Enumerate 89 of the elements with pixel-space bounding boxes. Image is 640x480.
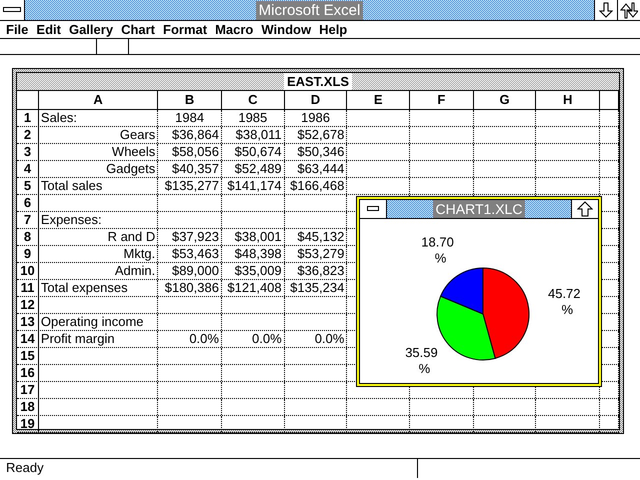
table-cell: Gadgets: [38, 161, 158, 177]
table-cell: $53,463: [158, 246, 222, 262]
row-header[interactable]: 19: [17, 416, 39, 432]
table-cell: $63,444: [284, 161, 348, 177]
window-title: Microsoft Excel: [256, 0, 364, 20]
data-label: 18.70 %: [421, 234, 454, 266]
table-cell: $141,174: [222, 178, 285, 194]
column-header[interactable]: G: [474, 91, 536, 109]
table-cell: Profit margin: [38, 331, 158, 347]
row-header[interactable]: 8: [17, 229, 39, 245]
table-cell: $36,864: [158, 127, 222, 143]
row-header[interactable]: 18: [17, 399, 39, 415]
dash-icon: [3, 7, 21, 13]
table-cell: $52,489: [222, 161, 285, 177]
data-label: 45.72 %: [548, 286, 581, 318]
table-cell: $121,408: [222, 280, 285, 296]
table-cell: $37,923: [158, 229, 222, 245]
restore-button[interactable]: [617, 0, 640, 20]
table-cell: 0.0%: [158, 331, 222, 347]
table-cell: Wheels: [38, 144, 158, 160]
table-cell: $50,674: [222, 144, 285, 160]
menu-item[interactable]: Format: [161, 22, 214, 37]
column-header[interactable]: H: [536, 91, 600, 109]
row-header[interactable]: 13: [17, 314, 39, 330]
table-cell: Admin.: [38, 263, 158, 279]
table-cell: $135,277: [158, 178, 222, 194]
worksheet-title: EAST.XLS: [284, 73, 352, 90]
menu-item[interactable]: File: [4, 22, 34, 37]
table-cell: Total expenses: [38, 280, 158, 296]
table-cell: 1986: [284, 110, 348, 126]
table-cell: R and D: [38, 229, 158, 245]
column-header[interactable]: D: [284, 91, 348, 109]
row-header[interactable]: 11: [17, 280, 39, 296]
row-header[interactable]: 5: [17, 178, 39, 194]
table-cell: $40,357: [158, 161, 222, 177]
menu-item[interactable]: Window: [259, 22, 318, 37]
system-menu-button[interactable]: [0, 0, 25, 20]
chart-title: CHART1.XLC: [432, 200, 526, 218]
dash-icon: [367, 206, 379, 212]
column-header[interactable]: B: [158, 91, 222, 109]
table-cell: $36,823: [284, 263, 348, 279]
table-cell: $180,386: [158, 280, 222, 296]
table-cell: $50,346: [284, 144, 348, 160]
row-header[interactable]: 14: [17, 331, 39, 347]
data-label: 35.59 %: [405, 344, 438, 376]
table-cell: $52,678: [284, 127, 348, 143]
table-cell: $35,009: [222, 263, 285, 279]
row-header[interactable]: 17: [17, 382, 39, 398]
table-cell: 0.0%: [222, 331, 285, 347]
column-header[interactable]: F: [410, 91, 474, 109]
table-cell: $89,000: [158, 263, 222, 279]
table-cell: Sales:: [38, 110, 158, 126]
row-header[interactable]: 4: [17, 161, 39, 177]
table-cell: 0.0%: [284, 331, 348, 347]
table-cell: Mktg.: [38, 246, 158, 262]
row-header[interactable]: 3: [17, 144, 39, 160]
menu-item[interactable]: Edit: [34, 22, 67, 37]
row-header[interactable]: 6: [17, 195, 39, 211]
down-arrow-icon: [599, 2, 613, 18]
column-header[interactable]: C: [222, 91, 285, 109]
table-cell: $135,234: [284, 280, 348, 296]
table-cell: $166,468: [284, 178, 348, 194]
table-cell: $38,001: [222, 229, 285, 245]
menu-item[interactable]: Macro: [213, 22, 260, 37]
column-header[interactable]: E: [347, 91, 410, 109]
menu-item[interactable]: Help: [317, 22, 354, 37]
table-cell: Total sales: [38, 178, 158, 194]
table-cell: Expenses:: [38, 212, 158, 228]
row-header[interactable]: 16: [17, 365, 39, 381]
row-header[interactable]: 2: [17, 127, 39, 143]
table-cell: $53,279: [284, 246, 348, 262]
table-cell: 1984: [158, 110, 222, 126]
table-cell: Operating income: [38, 314, 158, 330]
column-header[interactable]: A: [38, 91, 158, 109]
row-header[interactable]: 1: [17, 110, 39, 126]
status-text: Ready: [0, 459, 418, 478]
table-cell: 1985: [222, 110, 285, 126]
menu-item[interactable]: Chart: [119, 22, 162, 37]
table-cell: $38,011: [222, 127, 285, 143]
row-header[interactable]: 9: [17, 246, 39, 262]
menu-item[interactable]: Gallery: [66, 22, 120, 37]
table-cell: $45,132: [284, 229, 348, 245]
table-cell: Gears: [38, 127, 158, 143]
row-header[interactable]: 15: [17, 348, 39, 364]
row-header[interactable]: 7: [17, 212, 39, 228]
row-header[interactable]: 12: [17, 297, 39, 313]
table-cell: $48,398: [222, 246, 285, 262]
row-header[interactable]: 10: [17, 263, 39, 279]
table-cell: $58,056: [158, 144, 222, 160]
